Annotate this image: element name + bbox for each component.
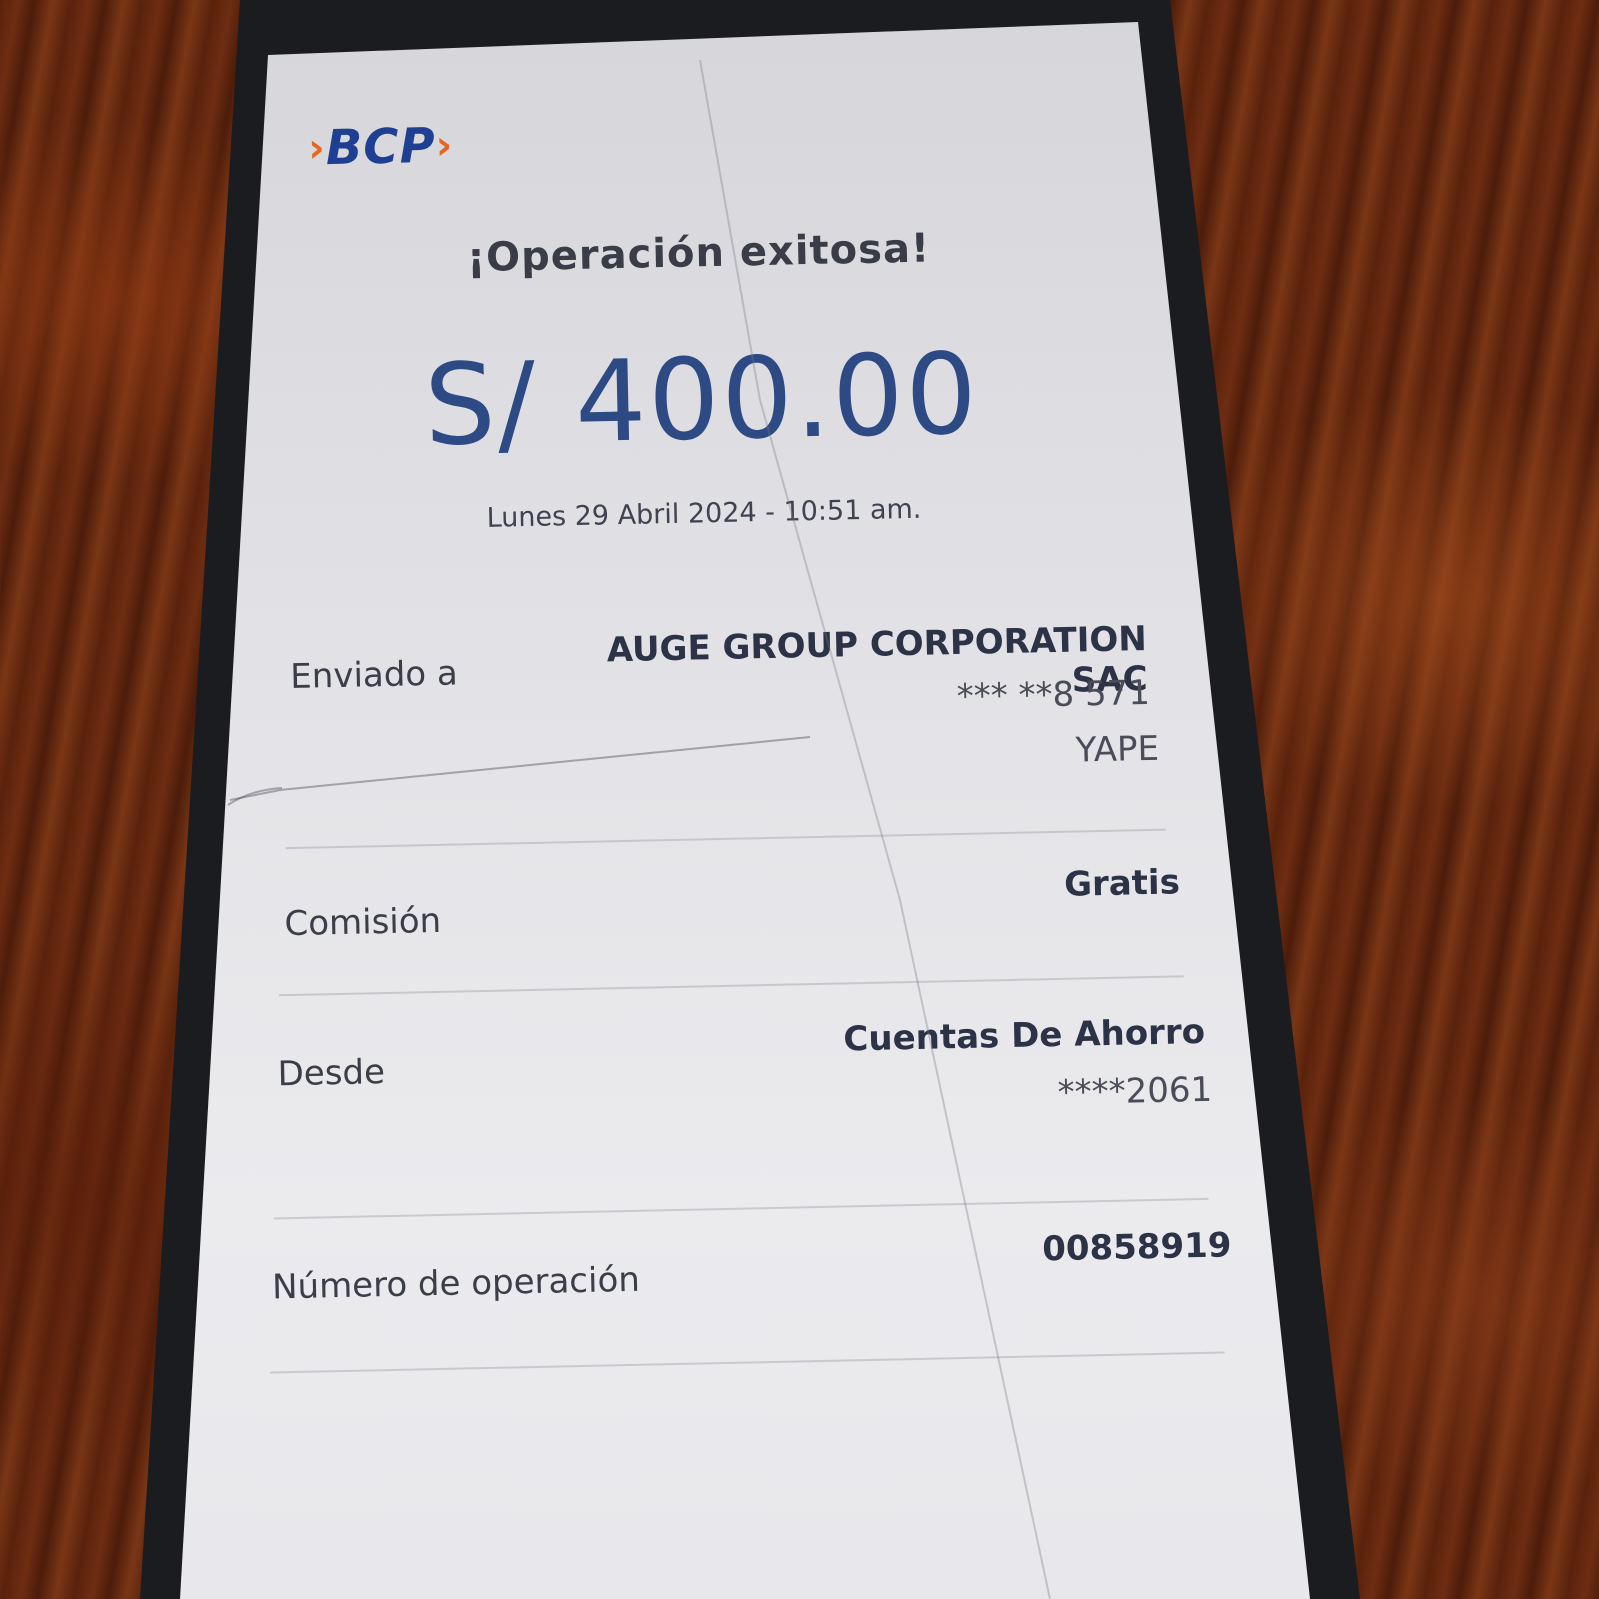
operation-number-value: 00858919 bbox=[1041, 1225, 1232, 1270]
sent-to-label: Enviado a bbox=[289, 653, 459, 697]
operation-number-label: Número de operación bbox=[271, 1259, 641, 1308]
from-label: Desde bbox=[277, 1052, 386, 1095]
divider-3 bbox=[273, 1197, 1209, 1220]
logo-text: BCP bbox=[325, 117, 437, 177]
divider-4 bbox=[269, 1351, 1225, 1374]
transfer-datetime: Lunes 29 Abril 2024 - 10:51 am. bbox=[486, 493, 922, 534]
from-account-number: ****2061 bbox=[1057, 1069, 1213, 1113]
success-title: ¡Operación exitosa! bbox=[466, 225, 931, 282]
logo-left-chevron-icon: › bbox=[307, 125, 327, 172]
from-account-type: Cuentas De Ahorro bbox=[843, 1011, 1206, 1060]
commission-label: Comisión bbox=[284, 900, 442, 945]
recipient-channel: YAPE bbox=[1075, 728, 1160, 771]
commission-value: Gratis bbox=[1063, 862, 1181, 905]
logo-right-chevron-icon: › bbox=[435, 122, 454, 169]
divider-2 bbox=[278, 975, 1184, 997]
bcp-logo: › BCP › bbox=[308, 117, 454, 176]
transfer-amount: S/ 400.00 bbox=[423, 329, 981, 472]
recipient-phone: *** **8 571 bbox=[956, 672, 1151, 718]
divider-1 bbox=[285, 828, 1166, 850]
